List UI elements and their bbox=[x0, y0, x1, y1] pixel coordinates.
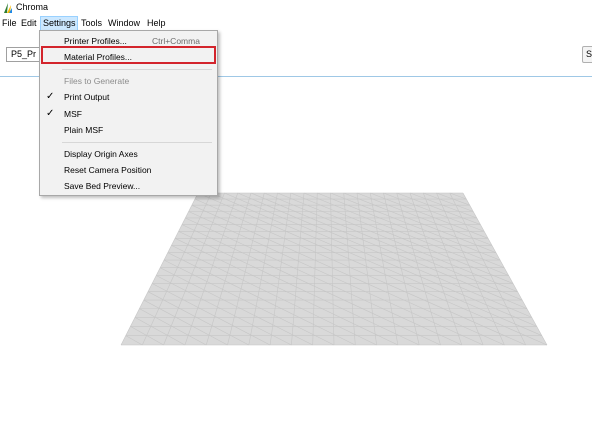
checkmark-icon: ✓ bbox=[46, 108, 55, 119]
printer-profile-select[interactable]: P5_Pr bbox=[6, 47, 42, 62]
menu-item-files-to-generate: Files to Generate bbox=[40, 73, 217, 89]
toolbar-right-button[interactable]: S bbox=[582, 46, 592, 63]
menu-item-msf[interactable]: ✓ MSF bbox=[40, 106, 217, 122]
menu-edit[interactable]: Edit bbox=[19, 16, 39, 31]
title-bar: Chroma bbox=[0, 0, 592, 16]
menu-item-plain-msf[interactable]: Plain MSF bbox=[40, 122, 217, 138]
menu-settings[interactable]: Settings bbox=[40, 16, 78, 31]
menu-tools[interactable]: Tools bbox=[79, 16, 104, 31]
chroma-logo-icon bbox=[4, 3, 12, 13]
menu-file[interactable]: File bbox=[0, 16, 19, 31]
menu-item-print-output[interactable]: ✓ Print Output bbox=[40, 89, 217, 105]
menu-item-save-bed-preview[interactable]: Save Bed Preview... bbox=[40, 178, 217, 194]
app-title: Chroma bbox=[16, 2, 49, 12]
menu-item-label: Save Bed Preview... bbox=[64, 181, 141, 191]
checkmark-icon: ✓ bbox=[46, 91, 55, 102]
menu-separator bbox=[62, 142, 212, 143]
menu-item-label: Display Origin Axes bbox=[64, 149, 138, 159]
menu-window[interactable]: Window bbox=[106, 16, 142, 31]
menu-help[interactable]: Help bbox=[145, 16, 168, 31]
menu-bar: File Edit Settings Tools Window Help bbox=[0, 16, 592, 31]
menu-item-reset-camera-position[interactable]: Reset Camera Position bbox=[40, 162, 217, 178]
menu-item-display-origin-axes[interactable]: Display Origin Axes bbox=[40, 146, 217, 162]
menu-item-label: Plain MSF bbox=[64, 125, 104, 135]
menu-item-label: Print Output bbox=[64, 92, 110, 102]
menu-item-label: MSF bbox=[64, 109, 82, 119]
menu-separator bbox=[62, 69, 212, 70]
annotation-highlight-box bbox=[41, 46, 216, 64]
menu-item-label: Files to Generate bbox=[64, 76, 130, 86]
menu-item-label: Reset Camera Position bbox=[64, 165, 152, 175]
